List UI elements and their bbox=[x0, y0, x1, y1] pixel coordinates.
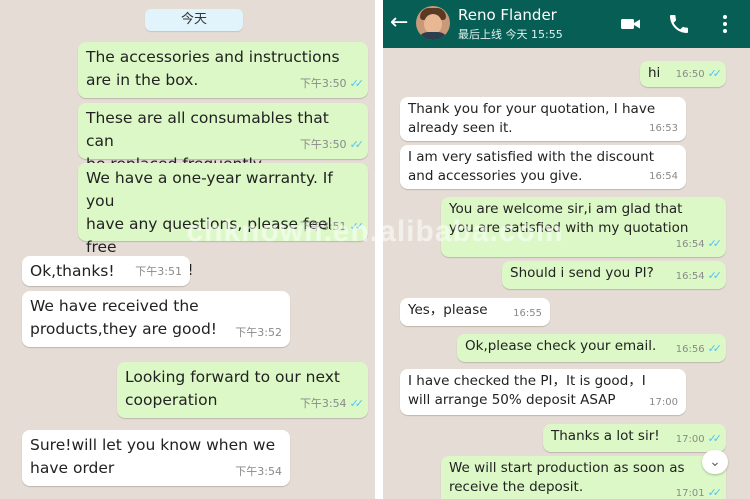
message-meta: 16:56 ✓✓ bbox=[675, 339, 723, 359]
outgoing-message[interactable]: We will start production as soon as rece… bbox=[441, 456, 726, 499]
message-meta: 16:54 ✓✓ bbox=[675, 234, 723, 254]
chevron-down-icon: ⌄ bbox=[709, 454, 721, 470]
message-text: I have checked the PI，It is good，I will … bbox=[408, 373, 646, 408]
message-meta: 下午3:51 ✓✓ bbox=[299, 215, 365, 238]
outgoing-message[interactable]: The accessories and instructions are in … bbox=[78, 42, 368, 98]
read-receipt-icon: ✓✓ bbox=[707, 269, 723, 282]
right-chat-panel: ← Reno Flander 最后上线 今天 15:55 hi 16:50 ✓✓ … bbox=[383, 0, 750, 499]
message-time: 下午3:50 bbox=[299, 77, 347, 90]
message-time: 下午3:52 bbox=[235, 326, 282, 339]
incoming-message[interactable]: Sure!will let you know when we have orde… bbox=[22, 430, 290, 486]
phone-icon[interactable] bbox=[667, 12, 691, 36]
outgoing-message[interactable]: hi 16:50 ✓✓ bbox=[640, 61, 726, 87]
more-vert-icon[interactable] bbox=[713, 12, 737, 36]
message-time: 16:56 bbox=[675, 344, 705, 355]
outgoing-message[interactable]: Ok,please check your email. 16:56 ✓✓ bbox=[457, 334, 726, 362]
incoming-message[interactable]: I have checked the PI，It is good，I will … bbox=[400, 369, 686, 415]
message-time: 17:00 bbox=[649, 397, 678, 408]
message-time: 下午3:54 bbox=[235, 465, 282, 478]
incoming-message[interactable]: Yes，please 16:55 bbox=[400, 298, 550, 326]
message-time: 16:55 bbox=[513, 308, 542, 319]
contact-name[interactable]: Reno Flander bbox=[458, 6, 557, 24]
incoming-message[interactable]: We have received the products,they are g… bbox=[22, 291, 290, 347]
message-time: 16:50 bbox=[675, 69, 705, 80]
read-receipt-icon: ✓✓ bbox=[707, 432, 723, 445]
message-time: 16:54 bbox=[675, 239, 705, 250]
message-meta: 下午3:50 ✓✓ bbox=[299, 72, 365, 95]
outgoing-message[interactable]: You are welcome sir,i am glad that you a… bbox=[441, 197, 726, 257]
avatar[interactable] bbox=[416, 6, 450, 40]
message-time: 16:54 bbox=[675, 271, 705, 282]
message-meta: 17:00 ✓✓ bbox=[675, 429, 723, 449]
last-seen-status: 最后上线 今天 15:55 bbox=[458, 28, 563, 41]
left-chat-panel: 今天 The accessories and instructions are … bbox=[0, 0, 375, 499]
message-meta: 下午3:54 bbox=[235, 460, 282, 483]
message-meta: 16:50 ✓✓ bbox=[675, 64, 723, 84]
message-meta: 16:54 ✓✓ bbox=[675, 266, 723, 286]
message-time: 17:01 bbox=[675, 488, 705, 499]
incoming-message[interactable]: I am very satisfied with the discount an… bbox=[400, 145, 686, 189]
message-meta: 17:00 bbox=[649, 393, 678, 412]
incoming-message[interactable]: Thank you for your quotation, I have alr… bbox=[400, 97, 686, 141]
read-receipt-icon: ✓✓ bbox=[707, 237, 723, 250]
message-meta: 下午3:54 ✓✓ bbox=[299, 392, 365, 415]
message-time: 下午3:50 bbox=[299, 138, 347, 151]
message-time: 16:53 bbox=[649, 123, 678, 134]
date-divider: 今天 bbox=[145, 9, 243, 31]
read-receipt-icon: ✓✓ bbox=[349, 77, 365, 90]
read-receipt-icon: ✓✓ bbox=[707, 67, 723, 80]
message-text: I am very satisfied with the discount an… bbox=[408, 149, 654, 184]
read-receipt-icon: ✓✓ bbox=[707, 486, 723, 499]
outgoing-message[interactable]: These are all consumables that can be re… bbox=[78, 103, 368, 173]
message-meta: 下午3:52 bbox=[235, 321, 282, 344]
scroll-to-bottom-button[interactable]: ⌄ bbox=[702, 450, 728, 474]
message-time: 17:00 bbox=[675, 434, 705, 445]
message-text: Thank you for your quotation, I have alr… bbox=[408, 101, 656, 136]
video-camera-icon[interactable] bbox=[619, 12, 643, 36]
message-meta: 17:01 ✓✓ bbox=[675, 483, 723, 499]
message-text: You are welcome sir,i am glad that you a… bbox=[449, 201, 689, 236]
message-meta: 下午3:51 bbox=[135, 260, 182, 283]
outgoing-message[interactable]: Thanks a lot sir! 17:00 ✓✓ bbox=[543, 424, 726, 452]
outgoing-message[interactable]: Should i send you PI? 16:54 ✓✓ bbox=[502, 261, 726, 289]
read-receipt-icon: ✓✓ bbox=[349, 220, 365, 233]
message-time: 下午3:54 bbox=[299, 397, 347, 410]
message-meta: 16:55 bbox=[513, 304, 542, 323]
outgoing-message[interactable]: Looking forward to our next cooperation … bbox=[117, 362, 368, 418]
message-meta: 16:53 bbox=[649, 119, 678, 138]
outgoing-message[interactable]: We have a one-year warranty. If you have… bbox=[78, 163, 368, 279]
read-receipt-icon: ✓✓ bbox=[707, 342, 723, 355]
message-time: 下午3:51 bbox=[135, 265, 182, 278]
read-receipt-icon: ✓✓ bbox=[349, 397, 365, 410]
chat-header: ← Reno Flander 最后上线 今天 15:55 bbox=[383, 0, 750, 48]
message-time: 16:54 bbox=[649, 171, 678, 182]
message-meta: 下午3:50 ✓✓ bbox=[299, 133, 365, 156]
arrow-left-icon[interactable]: ← bbox=[390, 9, 408, 37]
message-meta: 16:54 bbox=[649, 167, 678, 186]
incoming-message[interactable]: Ok,thanks! 下午3:51 bbox=[22, 256, 190, 286]
read-receipt-icon: ✓✓ bbox=[349, 138, 365, 151]
message-time: 下午3:51 bbox=[299, 220, 347, 233]
